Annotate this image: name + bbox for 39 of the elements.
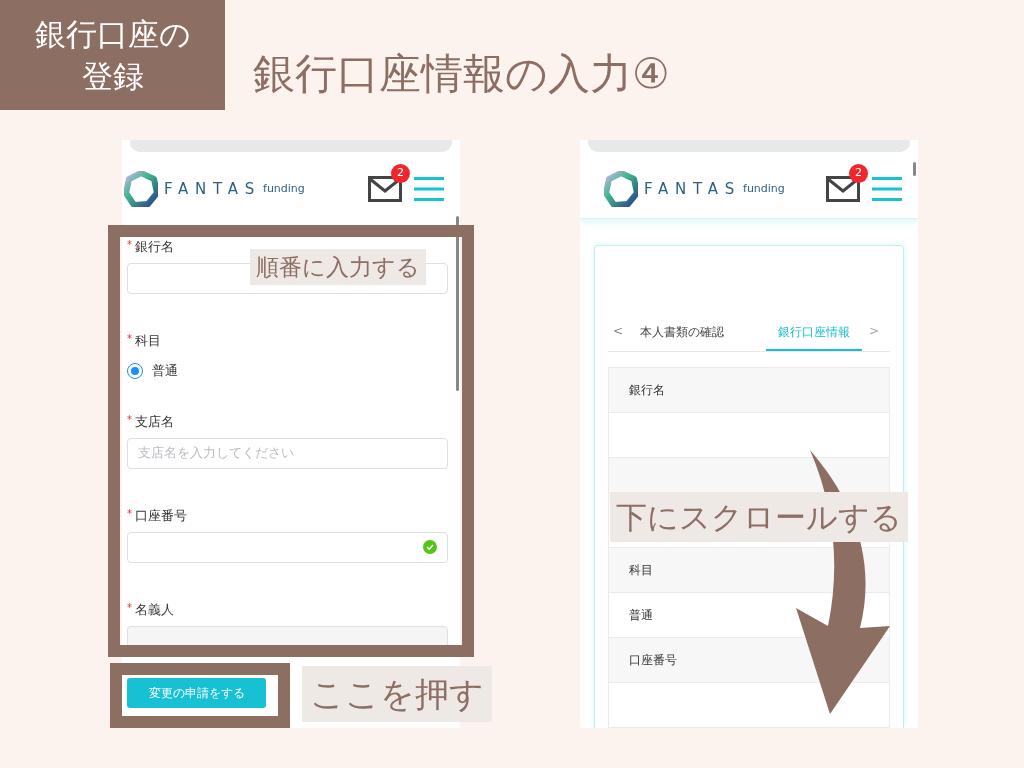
submit-button[interactable]: 変更の申請をする (127, 678, 266, 708)
section-label-text: 銀行口座の (34, 15, 191, 54)
placeholder-text: 支店名を入力してください (138, 444, 295, 463)
section-label-text: 登録 (81, 57, 144, 96)
mail-icon[interactable] (368, 176, 402, 202)
logo-icon (604, 171, 638, 207)
annotation-label: 順番に入力する (250, 249, 426, 285)
required-marker: * (127, 240, 132, 250)
scrollbar (913, 162, 916, 176)
field-label: 銀行名 (135, 240, 174, 253)
annotation-label: 下にスクロールする (610, 492, 908, 542)
tab[interactable]: 本人書類の確認 (628, 315, 736, 351)
field-label: 口座番号 (135, 508, 187, 522)
required-marker: * (127, 334, 132, 344)
field-label: 科目 (135, 334, 161, 347)
input-field[interactable] (127, 531, 448, 563)
notification-badge: 2 (391, 164, 410, 183)
mail-icon[interactable] (826, 176, 860, 202)
required-marker: * (127, 602, 132, 613)
tab[interactable]: 銀行口座情報 (766, 315, 862, 351)
radio-label: 普通 (152, 362, 178, 380)
notification-badge: 2 (849, 164, 868, 183)
brand-name: FANTAS (644, 178, 741, 200)
menu-icon[interactable] (414, 176, 444, 202)
brand-subtitle: funding (743, 180, 785, 197)
annotation-label: ここを押す (302, 666, 492, 722)
required-marker: * (127, 508, 132, 519)
required-marker: * (127, 414, 132, 425)
tab-prev-arrow[interactable]: < (608, 322, 628, 351)
brand-name: FANTAS (164, 178, 261, 200)
page-title: 銀行口座情報の入力④ (253, 48, 670, 100)
table-header-cell: 銀行名 (608, 367, 890, 413)
tab-next-arrow[interactable]: > (862, 322, 886, 351)
field-label: 名義人 (135, 602, 174, 616)
menu-icon[interactable] (872, 176, 902, 202)
field-label: 支店名 (135, 414, 174, 428)
input-field[interactable]: 支店名を入力してください (127, 437, 448, 469)
brand-subtitle: funding (263, 180, 305, 197)
logo-icon (124, 171, 158, 207)
